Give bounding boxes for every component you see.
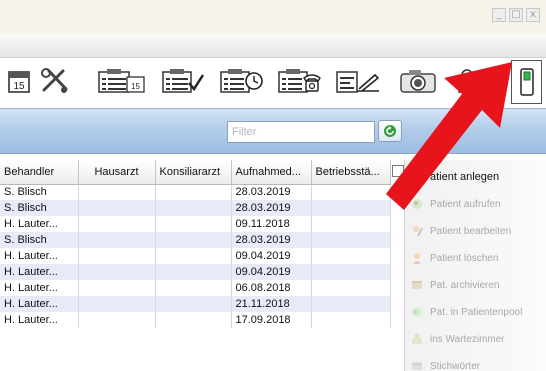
table-cell: [155, 248, 232, 264]
table-cell: 21.11.2018: [231, 296, 312, 312]
table-cell: S. Blisch: [0, 184, 79, 200]
table-cell: [155, 280, 232, 296]
action-label: Pat. in Patientenpool: [430, 306, 523, 318]
table-row[interactable]: S. Blisch 28.03.2019: [0, 184, 391, 200]
table-cell: H. Lauter...: [0, 280, 79, 296]
table-cell: [78, 200, 156, 216]
table-cell: [155, 216, 232, 232]
table-cell: [311, 296, 391, 312]
waiting-room-icon: [412, 333, 422, 344]
calendar-icon-date: 15: [13, 81, 25, 92]
column-header[interactable]: Aufnahmed...: [231, 160, 312, 185]
table-cell: [155, 232, 232, 248]
table-row[interactable]: S. Blisch 28.03.2019: [0, 232, 391, 248]
table-row[interactable]: H. Lauter... 09.11.2018: [0, 216, 391, 232]
table-row[interactable]: H. Lauter... 06.08.2018: [0, 280, 391, 296]
table-cell: [311, 280, 391, 296]
list-clock-icon[interactable]: [218, 64, 266, 98]
action-ins-wartezimmer[interactable]: ins Wartezimmer: [411, 328, 543, 350]
column-header[interactable]: Behandler: [0, 160, 79, 185]
action-label: Stichwörter: [430, 360, 481, 371]
delete-patient-icon: [413, 253, 421, 264]
table-cell: [311, 248, 391, 264]
table-row[interactable]: H. Lauter... 09.04.2019: [0, 248, 391, 264]
table-row[interactable]: S. Blisch 28.03.2019: [0, 200, 391, 216]
action-pat-archivieren[interactable]: Pat. archivieren: [411, 274, 543, 296]
action-label: Pat. archivieren: [430, 279, 500, 291]
table-cell: H. Lauter...: [0, 312, 79, 328]
table-cell: [311, 232, 391, 248]
table-cell: [155, 200, 232, 216]
table-row[interactable]: H. Lauter... 17.09.2018: [0, 312, 391, 328]
table-cell: [78, 232, 156, 248]
column-header[interactable]: Konsiliararzt: [155, 160, 232, 185]
table-row[interactable]: H. Lauter... 21.11.2018: [0, 296, 391, 312]
table-cell: S. Blisch: [0, 232, 79, 248]
table-cell: [78, 216, 156, 232]
window-titlebar: _ □ x: [0, 0, 546, 34]
table-cell: S. Blisch: [0, 200, 79, 216]
table-cell: [311, 264, 391, 280]
action-pat-in-patientenpool[interactable]: Pat. in Patientenpool: [411, 301, 543, 323]
tools-icon[interactable]: [38, 64, 72, 98]
table-cell: 09.11.2018: [231, 216, 312, 232]
table-cell: 17.09.2018: [231, 312, 312, 328]
list-phone-icon[interactable]: [276, 64, 324, 98]
patient-pool-icon: [412, 307, 422, 317]
table-cell: [155, 184, 232, 200]
table-cell: 28.03.2019: [231, 184, 312, 200]
action-label: ins Wartezimmer: [430, 333, 505, 345]
table-cell: [155, 264, 232, 280]
table-cell: [78, 296, 156, 312]
action-label: Patient löschen: [430, 252, 499, 264]
table-cell: [155, 296, 232, 312]
archive-icon: [412, 281, 422, 289]
list-calendar-icon[interactable]: 15: [96, 64, 148, 98]
table-cell: [78, 264, 156, 280]
table-cell: 06.08.2018: [231, 280, 312, 296]
filter-input[interactable]: [227, 121, 375, 143]
patient-table: Behandler Hausarzt Konsiliararzt Aufnahm…: [0, 160, 391, 371]
calendar-icon[interactable]: 15: [6, 64, 32, 98]
table-cell: 09.04.2019: [231, 248, 312, 264]
keywords-icon: [412, 362, 422, 370]
table-cell: H. Lauter...: [0, 248, 79, 264]
table-cell: 28.03.2019: [231, 200, 312, 216]
table-cell: [78, 280, 156, 296]
menu-bar: [0, 34, 546, 58]
table-cell: [155, 312, 232, 328]
table-cell: [78, 184, 156, 200]
maximize-button[interactable]: □: [509, 8, 523, 22]
list-check-icon[interactable]: [160, 64, 206, 98]
minimize-button[interactable]: _: [492, 8, 506, 22]
table-cell: H. Lauter...: [0, 296, 79, 312]
action-patient-loeschen[interactable]: Patient löschen: [411, 247, 543, 269]
list-calendar-date: 15: [131, 82, 140, 91]
table-cell: [78, 312, 156, 328]
action-stichwoerter[interactable]: Stichwörter: [411, 355, 543, 371]
table-cell: [311, 312, 391, 328]
table-cell: H. Lauter...: [0, 216, 79, 232]
window-controls: _ □ x: [492, 8, 540, 22]
close-button[interactable]: x: [526, 8, 540, 22]
table-cell: 28.03.2019: [231, 232, 312, 248]
table-header: Behandler Hausarzt Konsiliararzt Aufnahm…: [0, 160, 391, 185]
table-cell: H. Lauter...: [0, 264, 79, 280]
table-row[interactable]: H. Lauter... 09.04.2019: [0, 264, 391, 280]
table-cell: [78, 248, 156, 264]
red-arrow-annotation: [386, 62, 512, 210]
column-header[interactable]: Hausarzt: [78, 160, 156, 185]
table-cell: 09.04.2019: [231, 264, 312, 280]
